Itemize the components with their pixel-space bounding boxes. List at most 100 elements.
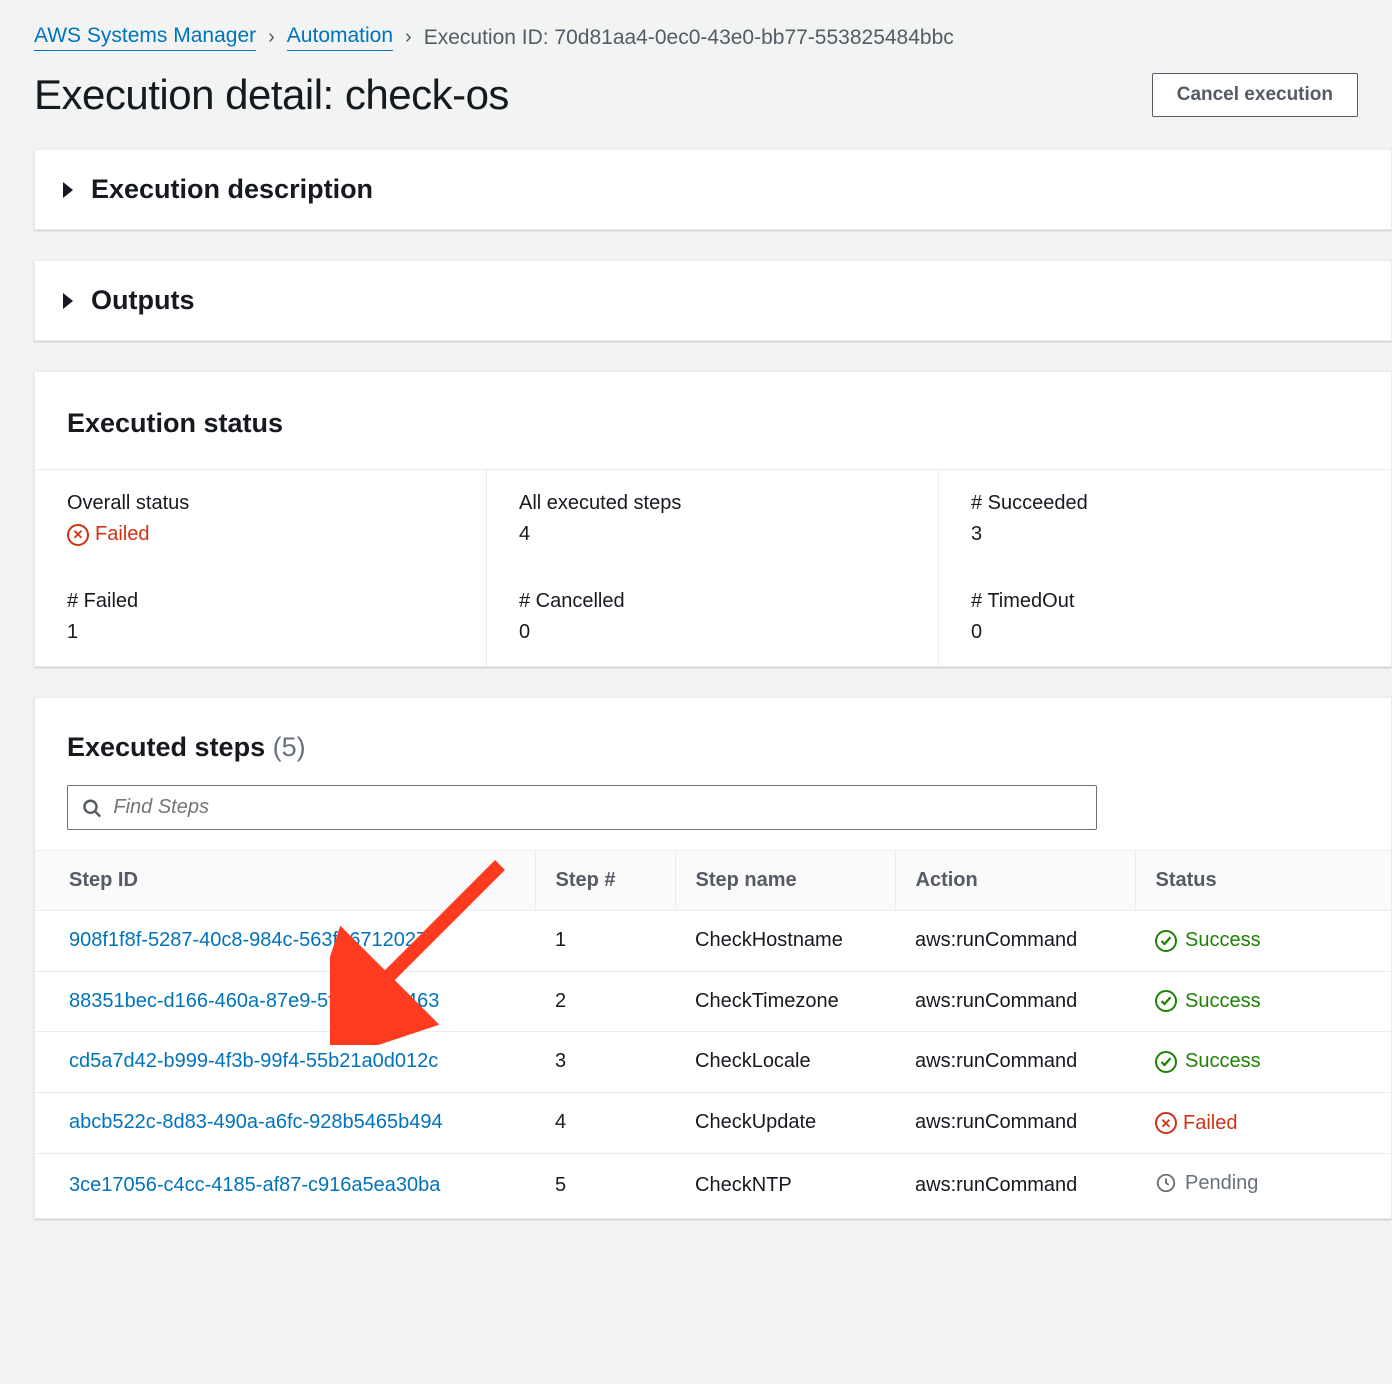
breadcrumb-root[interactable]: AWS Systems Manager	[34, 24, 256, 51]
col-step-id[interactable]: Step ID	[35, 851, 535, 911]
table-row: 908f1f8f-5287-40c8-984c-563f36712027 1Che…	[35, 911, 1391, 972]
outputs-panel: Outputs	[34, 260, 1392, 341]
step-id-link[interactable]: 88351bec-d166-460a-87e9-5f9303f89463	[69, 990, 439, 1012]
status-cancelled: # Cancelled 0	[487, 568, 939, 666]
execution-status-panel: Execution status Overall status ✕ Failed…	[34, 371, 1392, 667]
status-badge: Pending	[1155, 1172, 1258, 1195]
panel-count: (5)	[273, 732, 306, 762]
status-all-steps: All executed steps 4	[487, 470, 939, 568]
cell-action: aws:runCommand	[895, 971, 1135, 1032]
panel-title: Execution description	[91, 174, 373, 205]
cell-status: Pending	[1135, 1153, 1391, 1218]
status-value: 0	[519, 621, 906, 644]
table-row: 3ce17056-c4cc-4185-af87-c916a5ea30ba 5Che…	[35, 1153, 1391, 1218]
status-label: # Cancelled	[519, 590, 906, 613]
cell-step-id: 3ce17056-c4cc-4185-af87-c916a5ea30ba	[35, 1153, 535, 1218]
steps-table: Step ID Step # Step name Action Status 9…	[35, 850, 1391, 1218]
status-value: 3	[971, 523, 1359, 546]
col-action[interactable]: Action	[895, 851, 1135, 911]
cell-step-name: CheckNTP	[675, 1153, 895, 1218]
caret-right-icon	[63, 182, 73, 198]
cell-action: aws:runCommand	[895, 1153, 1135, 1218]
cell-action: aws:runCommand	[895, 1092, 1135, 1153]
cell-action: aws:runCommand	[895, 911, 1135, 972]
table-row: cd5a7d42-b999-4f3b-99f4-55b21a0d012c 3Che…	[35, 1032, 1391, 1093]
panel-title: Executed steps (5)	[67, 732, 306, 763]
status-failed: # Failed 1	[35, 568, 487, 666]
status-succeeded: # Succeeded 3	[939, 470, 1391, 568]
error-icon: ✕	[67, 524, 89, 546]
cell-step-num: 4	[535, 1092, 675, 1153]
status-grid: Overall status ✕ Failed All executed ste…	[35, 469, 1391, 666]
panel-toggle[interactable]: Execution description	[35, 150, 1391, 229]
step-id-link[interactable]: cd5a7d42-b999-4f3b-99f4-55b21a0d012c	[69, 1050, 438, 1072]
success-icon	[1155, 930, 1177, 952]
status-badge: Success	[1155, 1050, 1261, 1073]
cell-step-name: CheckUpdate	[675, 1092, 895, 1153]
cell-status: ✕Failed	[1135, 1092, 1391, 1153]
success-icon	[1155, 990, 1177, 1012]
search-wrap	[35, 785, 1391, 850]
panel-toggle[interactable]: Outputs	[35, 261, 1391, 340]
status-label: All executed steps	[519, 492, 906, 515]
status-value: 0	[971, 621, 1359, 644]
status-badge: Success	[1155, 929, 1261, 952]
success-icon	[1155, 1051, 1177, 1073]
step-id-link[interactable]: 908f1f8f-5287-40c8-984c-563f36712027	[69, 929, 427, 951]
table-header-row: Step ID Step # Step name Action Status	[35, 851, 1391, 911]
cancel-execution-button[interactable]: Cancel execution	[1152, 73, 1358, 117]
status-badge: ✕ Failed	[67, 523, 149, 546]
search-input[interactable]	[113, 796, 1082, 819]
status-label: # Succeeded	[971, 492, 1359, 515]
cell-step-name: CheckTimezone	[675, 971, 895, 1032]
search-input-wrap[interactable]	[67, 785, 1097, 830]
cell-step-num: 1	[535, 911, 675, 972]
search-icon	[82, 798, 101, 818]
status-overall: Overall status ✕ Failed	[35, 470, 487, 568]
cell-step-id: abcb522c-8d83-490a-a6fc-928b5465b494	[35, 1092, 535, 1153]
col-step-name[interactable]: Step name	[675, 851, 895, 911]
cell-step-num: 2	[535, 971, 675, 1032]
cell-step-id: 88351bec-d166-460a-87e9-5f9303f89463	[35, 971, 535, 1032]
table-row: abcb522c-8d83-490a-a6fc-928b5465b494 4Che…	[35, 1092, 1391, 1153]
cell-step-num: 5	[535, 1153, 675, 1218]
page-title: Execution detail: check-os	[34, 71, 509, 119]
step-id-link[interactable]: 3ce17056-c4cc-4185-af87-c916a5ea30ba	[69, 1174, 440, 1196]
panel-header: Executed steps (5)	[35, 698, 1391, 785]
cell-step-name: CheckLocale	[675, 1032, 895, 1093]
cell-step-num: 3	[535, 1032, 675, 1093]
cell-status: Success	[1135, 911, 1391, 972]
status-label: # TimedOut	[971, 590, 1359, 613]
col-status[interactable]: Status	[1135, 851, 1391, 911]
status-value: 4	[519, 523, 906, 546]
caret-right-icon	[63, 293, 73, 309]
panel-title: Execution status	[67, 408, 283, 439]
executed-steps-panel: Executed steps (5) Step ID Step # Step n…	[34, 697, 1392, 1219]
cell-step-name: CheckHostname	[675, 911, 895, 972]
step-id-link[interactable]: abcb522c-8d83-490a-a6fc-928b5465b494	[69, 1111, 443, 1133]
page: AWS Systems Manager › Automation › Execu…	[0, 0, 1392, 1289]
chevron-right-icon: ›	[405, 26, 412, 49]
panel-title: Outputs	[91, 285, 194, 316]
status-value: Failed	[95, 523, 149, 546]
breadcrumb-automation[interactable]: Automation	[287, 24, 393, 51]
col-step-num[interactable]: Step #	[535, 851, 675, 911]
table-row: 88351bec-d166-460a-87e9-5f9303f89463 2Che…	[35, 971, 1391, 1032]
title-row: Execution detail: check-os Cancel execut…	[0, 61, 1392, 149]
breadcrumb-current: Execution ID: 70d81aa4-0ec0-43e0-bb77-55…	[424, 26, 954, 50]
cell-status: Success	[1135, 1032, 1391, 1093]
status-badge: ✕Failed	[1155, 1112, 1237, 1135]
status-timedout: # TimedOut 0	[939, 568, 1391, 666]
pending-icon	[1155, 1172, 1177, 1194]
cell-step-id: 908f1f8f-5287-40c8-984c-563f36712027	[35, 911, 535, 972]
error-icon: ✕	[1155, 1112, 1177, 1134]
panel-title-text: Executed steps	[67, 732, 265, 762]
cell-step-id: cd5a7d42-b999-4f3b-99f4-55b21a0d012c	[35, 1032, 535, 1093]
status-label: Overall status	[67, 492, 454, 515]
status-value: 1	[67, 621, 454, 644]
chevron-right-icon: ›	[268, 26, 275, 49]
cell-status: Success	[1135, 971, 1391, 1032]
cell-action: aws:runCommand	[895, 1032, 1135, 1093]
status-label: # Failed	[67, 590, 454, 613]
panel-header: Execution status	[35, 372, 1391, 469]
